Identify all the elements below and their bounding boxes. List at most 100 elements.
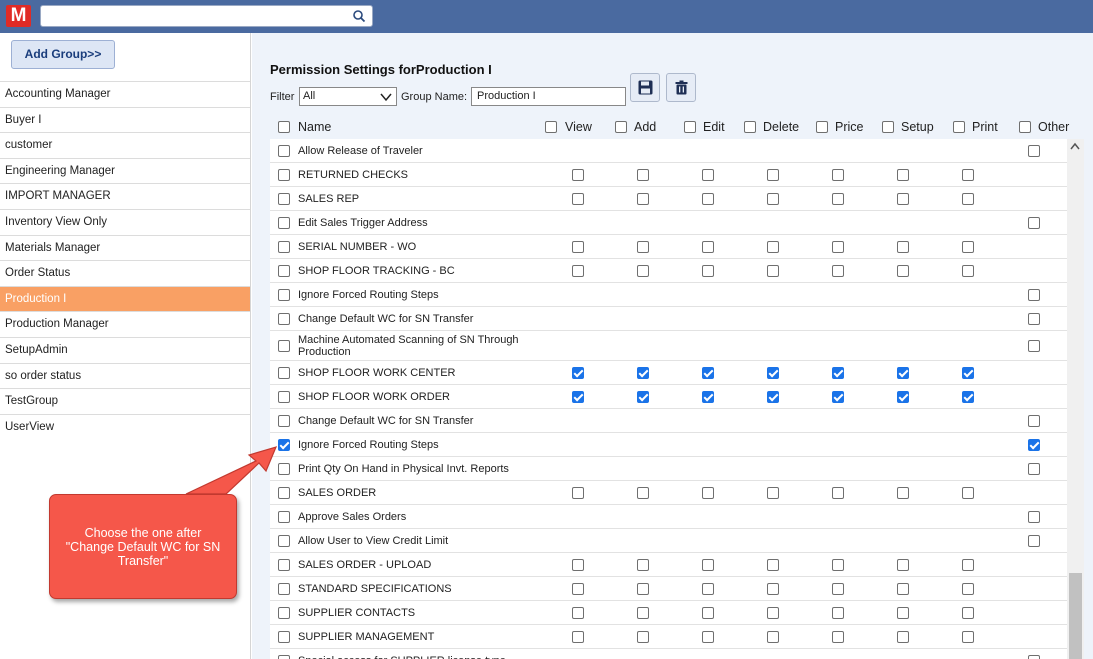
perm-add-checkbox[interactable] (637, 559, 649, 571)
row-select-checkbox[interactable] (278, 655, 290, 659)
sidebar-item-group[interactable]: Engineering Manager (0, 157, 250, 184)
row-select-checkbox[interactable] (278, 631, 290, 643)
perm-delete-checkbox[interactable] (767, 559, 779, 571)
column-setup-checkbox[interactable] (882, 121, 894, 133)
perm-setup-checkbox[interactable] (897, 583, 909, 595)
search-icon[interactable] (352, 9, 366, 23)
perm-view-checkbox[interactable] (572, 193, 584, 205)
perm-print-checkbox[interactable] (962, 559, 974, 571)
column-view-checkbox[interactable] (545, 121, 557, 133)
sidebar-item-group[interactable]: TestGroup (0, 388, 250, 414)
perm-view-checkbox[interactable] (572, 265, 584, 277)
perm-price-checkbox[interactable] (832, 559, 844, 571)
perm-print-checkbox[interactable] (962, 487, 974, 499)
perm-print-checkbox[interactable] (962, 631, 974, 643)
row-select-checkbox[interactable] (278, 217, 290, 229)
perm-view-checkbox[interactable] (572, 559, 584, 571)
perm-add-checkbox[interactable] (637, 265, 649, 277)
perm-price-checkbox[interactable] (832, 391, 844, 403)
perm-setup-checkbox[interactable] (897, 391, 909, 403)
perm-delete-checkbox[interactable] (767, 169, 779, 181)
perm-delete-checkbox[interactable] (767, 391, 779, 403)
column-edit-checkbox[interactable] (684, 121, 696, 133)
perm-view-checkbox[interactable] (572, 391, 584, 403)
perm-view-checkbox[interactable] (572, 607, 584, 619)
perm-add-checkbox[interactable] (637, 631, 649, 643)
perm-view-checkbox[interactable] (572, 487, 584, 499)
perm-setup-checkbox[interactable] (897, 487, 909, 499)
row-select-checkbox[interactable] (278, 241, 290, 253)
filter-select[interactable]: All (299, 87, 397, 106)
perm-add-checkbox[interactable] (637, 583, 649, 595)
row-select-checkbox[interactable] (278, 145, 290, 157)
perm-delete-checkbox[interactable] (767, 583, 779, 595)
scroll-up-icon[interactable] (1070, 142, 1080, 150)
perm-other-checkbox[interactable] (1028, 439, 1040, 451)
perm-view-checkbox[interactable] (572, 169, 584, 181)
sidebar-item-group[interactable]: Accounting Manager (0, 81, 250, 107)
sidebar-item-group[interactable]: Production Manager (0, 311, 250, 337)
column-other-checkbox[interactable] (1019, 121, 1031, 133)
perm-price-checkbox[interactable] (832, 193, 844, 205)
perm-view-checkbox[interactable] (572, 367, 584, 379)
perm-print-checkbox[interactable] (962, 193, 974, 205)
perm-delete-checkbox[interactable] (767, 487, 779, 499)
perm-edit-checkbox[interactable] (702, 193, 714, 205)
perm-print-checkbox[interactable] (962, 265, 974, 277)
row-select-checkbox[interactable] (278, 511, 290, 523)
perm-other-checkbox[interactable] (1028, 217, 1040, 229)
row-select-checkbox[interactable] (278, 367, 290, 379)
perm-setup-checkbox[interactable] (897, 631, 909, 643)
perm-edit-checkbox[interactable] (702, 265, 714, 277)
perm-print-checkbox[interactable] (962, 391, 974, 403)
perm-price-checkbox[interactable] (832, 487, 844, 499)
perm-price-checkbox[interactable] (832, 169, 844, 181)
perm-other-checkbox[interactable] (1028, 145, 1040, 157)
perm-other-checkbox[interactable] (1028, 463, 1040, 475)
perm-delete-checkbox[interactable] (767, 193, 779, 205)
perm-edit-checkbox[interactable] (702, 241, 714, 253)
perm-edit-checkbox[interactable] (702, 487, 714, 499)
group-name-field[interactable]: Production I (471, 87, 626, 106)
perm-print-checkbox[interactable] (962, 583, 974, 595)
row-select-checkbox[interactable] (278, 439, 290, 451)
perm-edit-checkbox[interactable] (702, 559, 714, 571)
perm-add-checkbox[interactable] (637, 607, 649, 619)
perm-edit-checkbox[interactable] (702, 367, 714, 379)
row-select-checkbox[interactable] (278, 340, 290, 352)
save-button[interactable] (630, 73, 660, 102)
perm-delete-checkbox[interactable] (767, 265, 779, 277)
perm-setup-checkbox[interactable] (897, 367, 909, 379)
row-select-checkbox[interactable] (278, 415, 290, 427)
perm-other-checkbox[interactable] (1028, 511, 1040, 523)
perm-edit-checkbox[interactable] (702, 631, 714, 643)
perm-other-checkbox[interactable] (1028, 655, 1040, 659)
row-select-checkbox[interactable] (278, 463, 290, 475)
perm-add-checkbox[interactable] (637, 193, 649, 205)
perm-add-checkbox[interactable] (637, 169, 649, 181)
search-input[interactable] (40, 5, 373, 27)
select-all-checkbox[interactable] (278, 121, 290, 133)
perm-setup-checkbox[interactable] (897, 265, 909, 277)
perm-add-checkbox[interactable] (637, 367, 649, 379)
perm-price-checkbox[interactable] (832, 583, 844, 595)
row-select-checkbox[interactable] (278, 289, 290, 301)
row-select-checkbox[interactable] (278, 169, 290, 181)
perm-other-checkbox[interactable] (1028, 313, 1040, 325)
scrollbar-thumb[interactable] (1069, 573, 1082, 659)
column-price-checkbox[interactable] (816, 121, 828, 133)
sidebar-item-group[interactable]: Order Status (0, 260, 250, 286)
perm-edit-checkbox[interactable] (702, 169, 714, 181)
sidebar-item-group[interactable]: Inventory View Only (0, 208, 250, 235)
perm-print-checkbox[interactable] (962, 241, 974, 253)
row-select-checkbox[interactable] (278, 313, 290, 325)
perm-view-checkbox[interactable] (572, 583, 584, 595)
sidebar-item-group[interactable]: Production I (0, 285, 250, 312)
sidebar-item-group[interactable]: IMPORT MANAGER (0, 183, 250, 209)
perm-price-checkbox[interactable] (832, 241, 844, 253)
perm-delete-checkbox[interactable] (767, 607, 779, 619)
row-select-checkbox[interactable] (278, 391, 290, 403)
perm-setup-checkbox[interactable] (897, 241, 909, 253)
perm-price-checkbox[interactable] (832, 631, 844, 643)
perm-add-checkbox[interactable] (637, 391, 649, 403)
